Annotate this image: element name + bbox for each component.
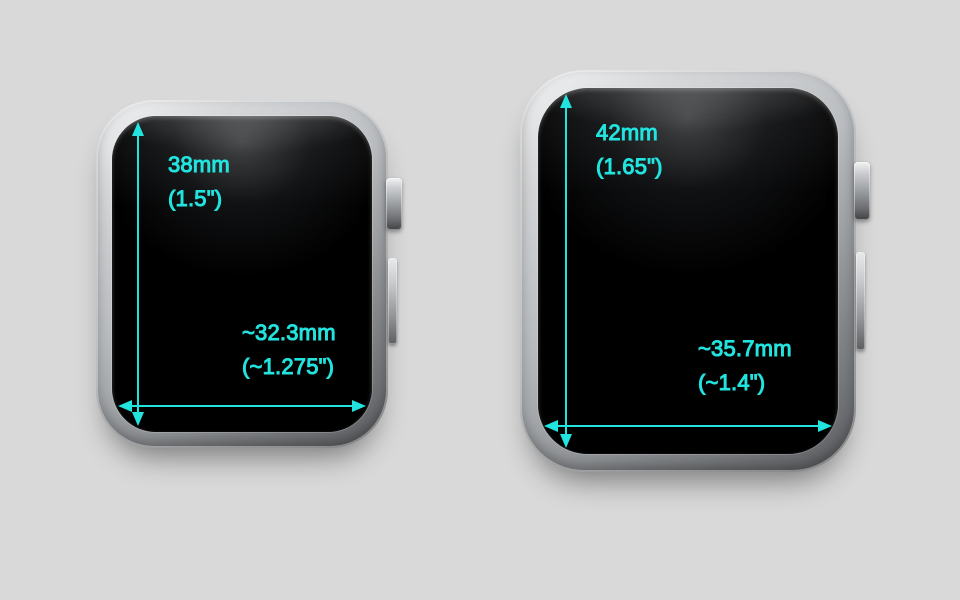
width-in-large: (~1.4") (698, 370, 765, 395)
height-mm-large: 42mm (596, 120, 658, 145)
side-button-icon (856, 252, 865, 350)
height-in-large: (1.65") (596, 154, 663, 179)
watch-case-large: 42mm (1.65") ~35.7mm (~1.4") (520, 70, 856, 472)
comparison-stage: 38mm (1.5") ~32.3mm (~1.275") (0, 0, 960, 600)
height-in-small: (1.5") (168, 186, 222, 211)
watch-screen-large: 42mm (1.65") ~35.7mm (~1.4") (538, 88, 838, 454)
side-button-icon (388, 258, 397, 344)
digital-crown-icon (854, 162, 870, 220)
width-in-small: (~1.275") (242, 354, 334, 379)
width-mm-large: ~35.7mm (698, 336, 792, 361)
dimension-overlay-large: 42mm (1.65") ~35.7mm (~1.4") (538, 88, 838, 454)
height-mm-small: 38mm (168, 152, 230, 177)
width-mm-small: ~32.3mm (242, 320, 336, 345)
digital-crown-icon (386, 178, 402, 230)
watch-case-small: 38mm (1.5") ~32.3mm (~1.275") (96, 100, 388, 448)
dimension-overlay-small: 38mm (1.5") ~32.3mm (~1.275") (112, 116, 372, 432)
watch-screen-small: 38mm (1.5") ~32.3mm (~1.275") (112, 116, 372, 432)
watch-small: 38mm (1.5") ~32.3mm (~1.275") (96, 100, 388, 448)
watch-large: 42mm (1.65") ~35.7mm (~1.4") (520, 70, 856, 472)
